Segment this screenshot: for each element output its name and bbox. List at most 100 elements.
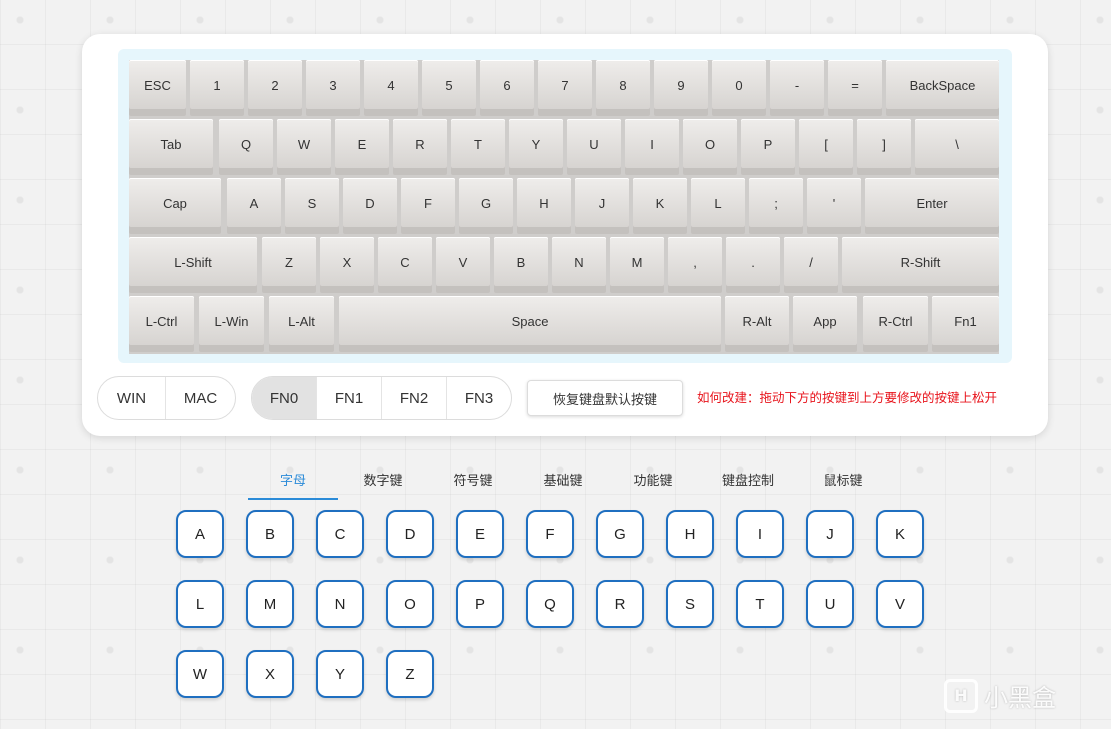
tab-symbol-keys[interactable]: 符号键: [438, 460, 508, 498]
key-fn1[interactable]: Fn1: [932, 296, 999, 352]
key-7[interactable]: 7: [538, 60, 592, 116]
letter-key-n[interactable]: N: [316, 580, 364, 628]
key-6[interactable]: 6: [480, 60, 534, 116]
key-u[interactable]: U: [567, 119, 621, 175]
key-k[interactable]: K: [633, 178, 687, 234]
key-4[interactable]: 4: [364, 60, 418, 116]
tab-mouse-keys[interactable]: 鼠标键: [808, 460, 878, 498]
key-b[interactable]: B: [494, 237, 548, 293]
letter-key-m[interactable]: M: [246, 580, 294, 628]
letter-key-j[interactable]: J: [806, 510, 854, 558]
letter-key-t[interactable]: T: [736, 580, 784, 628]
key-m[interactable]: M: [610, 237, 664, 293]
key-sym-r1c11[interactable]: [: [799, 119, 853, 175]
key-d[interactable]: D: [343, 178, 397, 234]
key-h[interactable]: H: [517, 178, 571, 234]
key-g[interactable]: G: [459, 178, 513, 234]
letter-key-i[interactable]: I: [736, 510, 784, 558]
key-space[interactable]: Space: [339, 296, 721, 352]
key-p[interactable]: P: [741, 119, 795, 175]
reset-default-keys-button[interactable]: 恢复键盘默认按键: [527, 380, 683, 416]
key-l[interactable]: L: [691, 178, 745, 234]
os-option-win[interactable]: WIN: [98, 377, 166, 419]
key-sym-r3c8[interactable]: ,: [668, 237, 722, 293]
letter-key-w[interactable]: W: [176, 650, 224, 698]
key-j[interactable]: J: [575, 178, 629, 234]
letter-key-d[interactable]: D: [386, 510, 434, 558]
letter-key-b[interactable]: B: [246, 510, 294, 558]
tab-function-keys[interactable]: 功能键: [618, 460, 688, 498]
key-s[interactable]: S: [285, 178, 339, 234]
letter-key-x[interactable]: X: [246, 650, 294, 698]
key-w[interactable]: W: [277, 119, 331, 175]
key-0[interactable]: 0: [712, 60, 766, 116]
key-backspace[interactable]: BackSpace: [886, 60, 999, 116]
letter-key-c[interactable]: C: [316, 510, 364, 558]
key-5[interactable]: 5: [422, 60, 476, 116]
key-esc[interactable]: ESC: [129, 60, 186, 116]
key-tab[interactable]: Tab: [129, 119, 213, 175]
key-sym-r2c10[interactable]: ;: [749, 178, 803, 234]
letter-key-k[interactable]: K: [876, 510, 924, 558]
tab-number-keys[interactable]: 数字键: [348, 460, 418, 498]
letter-key-h[interactable]: H: [666, 510, 714, 558]
key-sym-r3c10[interactable]: /: [784, 237, 838, 293]
letter-key-z[interactable]: Z: [386, 650, 434, 698]
tab-basic-keys[interactable]: 基础键: [528, 460, 598, 498]
key-n[interactable]: N: [552, 237, 606, 293]
key-1[interactable]: 1: [190, 60, 244, 116]
key-a[interactable]: A: [227, 178, 281, 234]
key-sym-r0c12[interactable]: =: [828, 60, 882, 116]
letter-key-r[interactable]: R: [596, 580, 644, 628]
key-z[interactable]: Z: [262, 237, 316, 293]
letter-key-q[interactable]: Q: [526, 580, 574, 628]
letter-key-g[interactable]: G: [596, 510, 644, 558]
key-t[interactable]: T: [451, 119, 505, 175]
key-f[interactable]: F: [401, 178, 455, 234]
key-app[interactable]: App: [793, 296, 857, 352]
key-q[interactable]: Q: [219, 119, 273, 175]
key-sym-r3c9[interactable]: .: [726, 237, 780, 293]
letter-key-a[interactable]: A: [176, 510, 224, 558]
key-9[interactable]: 9: [654, 60, 708, 116]
key-sym-r1c12[interactable]: ]: [857, 119, 911, 175]
layer-option-fn0[interactable]: FN0: [252, 377, 317, 419]
layer-option-fn2[interactable]: FN2: [382, 377, 447, 419]
layer-option-fn3[interactable]: FN3: [447, 377, 511, 419]
key-lshift[interactable]: L-Shift: [129, 237, 257, 293]
key-8[interactable]: 8: [596, 60, 650, 116]
letter-key-e[interactable]: E: [456, 510, 504, 558]
key-2[interactable]: 2: [248, 60, 302, 116]
key-c[interactable]: C: [378, 237, 432, 293]
letter-key-v[interactable]: V: [876, 580, 924, 628]
tab-letters[interactable]: 字母: [248, 460, 338, 500]
key-rctrl[interactable]: R-Ctrl: [863, 296, 928, 352]
key-y[interactable]: Y: [509, 119, 563, 175]
key-rshift[interactable]: R-Shift: [842, 237, 999, 293]
key-ralt[interactable]: R-Alt: [725, 296, 789, 352]
os-option-mac[interactable]: MAC: [166, 377, 235, 419]
key-x[interactable]: X: [320, 237, 374, 293]
letter-key-p[interactable]: P: [456, 580, 504, 628]
key-cap[interactable]: Cap: [129, 178, 221, 234]
letter-key-o[interactable]: O: [386, 580, 434, 628]
key-enter[interactable]: Enter: [865, 178, 999, 234]
key-lwin[interactable]: L-Win: [199, 296, 264, 352]
layer-option-fn1[interactable]: FN1: [317, 377, 382, 419]
key-lctrl[interactable]: L-Ctrl: [129, 296, 194, 352]
key-sym-r1c13[interactable]: \: [915, 119, 999, 175]
key-3[interactable]: 3: [306, 60, 360, 116]
key-sym-r2c11[interactable]: ': [807, 178, 861, 234]
letter-key-f[interactable]: F: [526, 510, 574, 558]
key-sym-r0c11[interactable]: -: [770, 60, 824, 116]
letter-key-y[interactable]: Y: [316, 650, 364, 698]
key-r[interactable]: R: [393, 119, 447, 175]
key-o[interactable]: O: [683, 119, 737, 175]
tab-keyboard-control[interactable]: 键盘控制: [708, 460, 788, 498]
key-i[interactable]: I: [625, 119, 679, 175]
key-e[interactable]: E: [335, 119, 389, 175]
key-lalt[interactable]: L-Alt: [269, 296, 334, 352]
letter-key-s[interactable]: S: [666, 580, 714, 628]
letter-key-u[interactable]: U: [806, 580, 854, 628]
key-v[interactable]: V: [436, 237, 490, 293]
